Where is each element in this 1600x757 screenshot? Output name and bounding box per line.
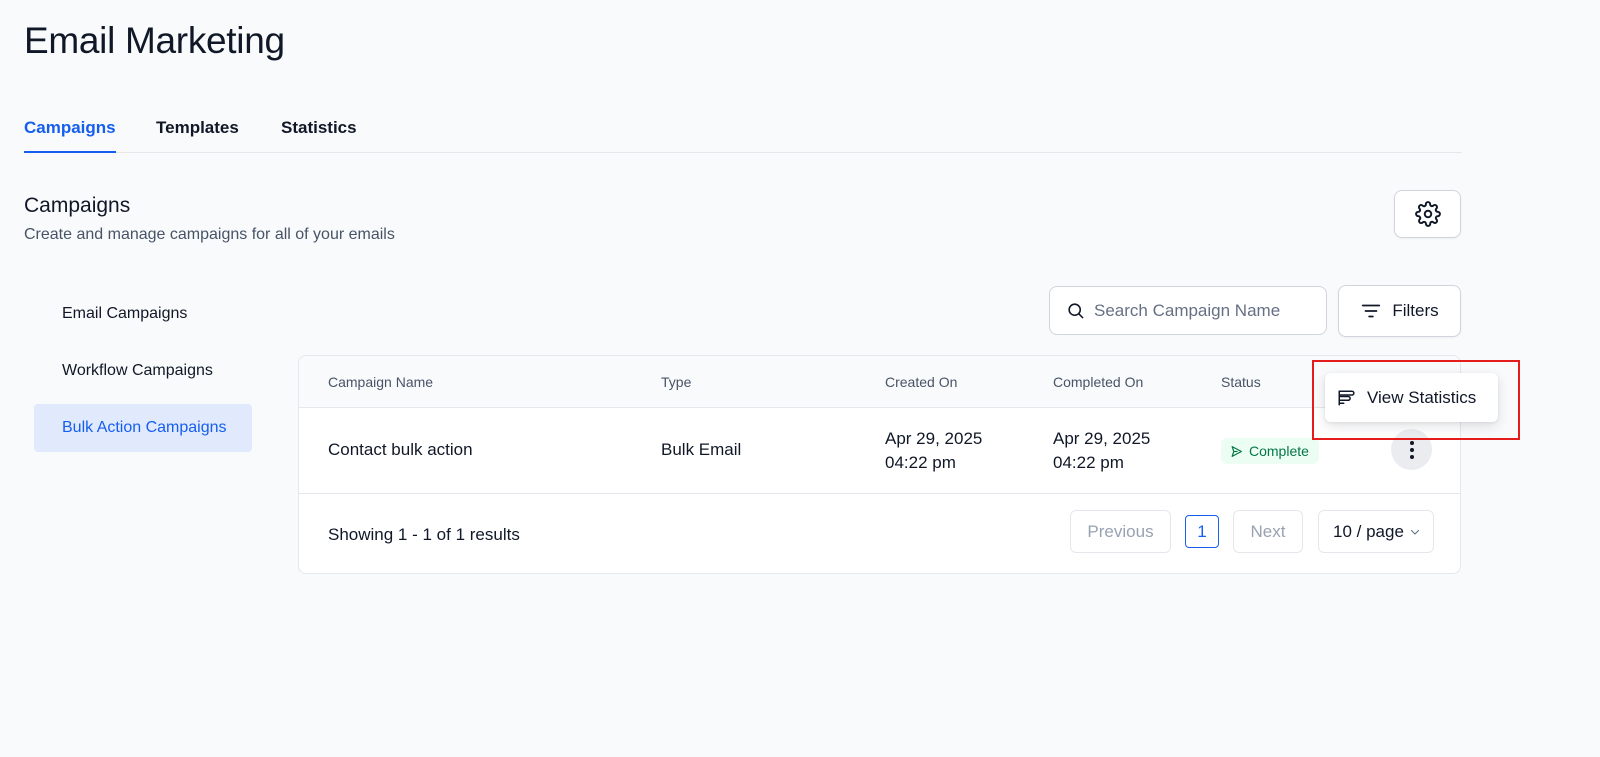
send-icon (1231, 445, 1242, 457)
campaigns-table: Campaign Name Type Created On Completed … (298, 355, 1461, 574)
search-input[interactable] (1094, 300, 1314, 321)
tab-bar: Campaigns Templates Statistics (24, 104, 1462, 153)
completed-on-cell: Apr 29, 2025 04:22 pm (1053, 427, 1150, 475)
filters-button[interactable]: Filters (1338, 285, 1461, 337)
sidebar-item-bulk-action-campaigns[interactable]: Bulk Action Campaigns (34, 404, 252, 452)
column-header-completed-on: Completed On (1053, 374, 1144, 390)
next-page-button[interactable]: Next (1233, 510, 1303, 553)
tab-statistics[interactable]: Statistics (281, 118, 357, 153)
tab-campaigns[interactable]: Campaigns (24, 118, 116, 153)
search-box (1049, 286, 1327, 335)
status-badge: Complete (1221, 438, 1319, 464)
tab-templates[interactable]: Templates (156, 118, 239, 153)
created-on-cell: Apr 29, 2025 04:22 pm (885, 427, 982, 475)
column-header-created-on: Created On (885, 374, 958, 390)
sidebar-item-email-campaigns[interactable]: Email Campaigns (34, 290, 252, 338)
section-title: Campaigns (24, 194, 131, 217)
campaign-name-cell[interactable]: Contact bulk action (328, 440, 473, 460)
completed-date: Apr 29, 2025 (1053, 429, 1151, 448)
column-header-status: Status (1221, 374, 1261, 390)
completed-time: 04:22 pm (1053, 453, 1124, 472)
highlight-annotation (1312, 360, 1520, 440)
results-summary: Showing 1 - 1 of 1 results (328, 525, 520, 544)
gear-icon (1414, 201, 1441, 227)
more-vertical-icon (1409, 440, 1414, 459)
created-time: 04:22 pm (885, 453, 956, 472)
column-header-campaign-name: Campaign Name (328, 374, 434, 390)
chevron-down-icon (1410, 529, 1419, 535)
campaign-type-nav: Email Campaigns Workflow Campaigns Bulk … (34, 290, 252, 461)
created-date: Apr 29, 2025 (885, 429, 983, 448)
page-size-value: 10 / page (1333, 521, 1404, 541)
status-label: Complete (1249, 443, 1309, 459)
filter-icon (1362, 304, 1381, 318)
page-title: Email Marketing (24, 20, 285, 61)
table-header: Campaign Name Type Created On Completed … (299, 356, 1460, 408)
campaign-type-cell: Bulk Email (661, 440, 742, 459)
table-row: Contact bulk action Bulk Email Apr 29, 2… (299, 408, 1460, 494)
page-number-1[interactable]: 1 (1185, 515, 1219, 548)
filters-label: Filters (1392, 301, 1439, 320)
previous-page-button[interactable]: Previous (1070, 510, 1171, 553)
sidebar-item-workflow-campaigns[interactable]: Workflow Campaigns (34, 347, 252, 395)
page-size-select[interactable]: 10 / page (1318, 510, 1434, 553)
column-header-type: Type (661, 374, 692, 390)
settings-button[interactable] (1394, 190, 1461, 238)
section-subtitle: Create and manage campaigns for all of y… (24, 226, 395, 243)
search-icon (1068, 303, 1084, 319)
